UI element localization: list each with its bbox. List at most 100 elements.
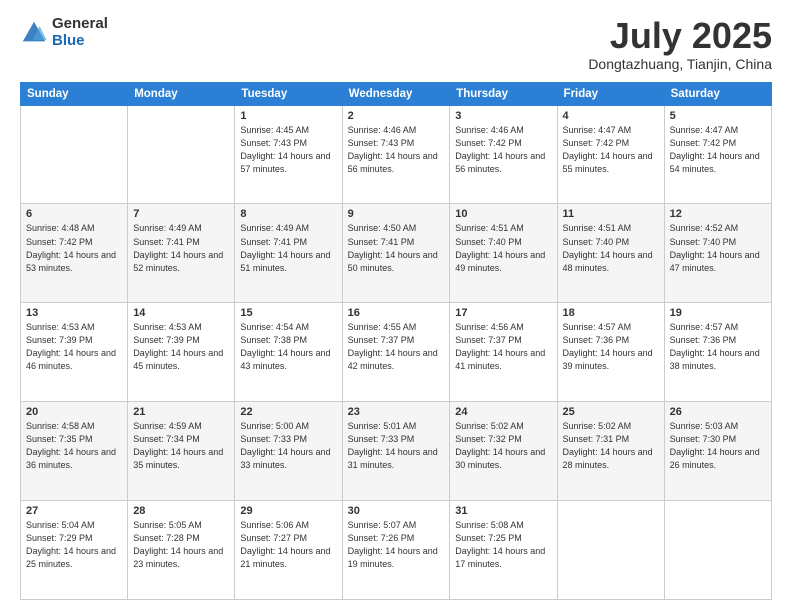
day-info: Sunrise: 4:51 AM Sunset: 7:40 PM Dayligh… (563, 222, 659, 274)
day-info: Sunrise: 4:49 AM Sunset: 7:41 PM Dayligh… (133, 222, 229, 274)
day-number: 8 (240, 208, 336, 220)
header: General Blue July 2025 Dongtazhuang, Tia… (20, 16, 772, 72)
title-block: July 2025 Dongtazhuang, Tianjin, China (588, 16, 772, 72)
day-cell: 22 Sunrise: 5:00 AM Sunset: 7:33 PM Dayli… (235, 402, 342, 501)
day-number: 26 (670, 406, 766, 418)
day-cell (128, 105, 235, 204)
day-cell: 10 Sunrise: 4:51 AM Sunset: 7:40 PM Dayli… (450, 204, 557, 303)
day-info: Sunrise: 4:51 AM Sunset: 7:40 PM Dayligh… (455, 222, 551, 274)
location: Dongtazhuang, Tianjin, China (588, 56, 772, 72)
week-row-4: 27Sunrise: 5:04 AM Sunset: 7:29 PM Dayli… (21, 501, 772, 600)
day-cell: 23 Sunrise: 5:01 AM Sunset: 7:33 PM Dayli… (342, 402, 450, 501)
logo-icon (20, 19, 48, 47)
day-info: Sunrise: 4:58 AM Sunset: 7:35 PM Dayligh… (26, 420, 122, 472)
weekday-header-saturday: Saturday (664, 82, 771, 105)
day-info: Sunrise: 4:53 AM Sunset: 7:39 PM Dayligh… (133, 321, 229, 373)
day-cell: 21 Sunrise: 4:59 AM Sunset: 7:34 PM Dayli… (128, 402, 235, 501)
day-cell: 6 Sunrise: 4:48 AM Sunset: 7:42 PM Daylig… (21, 204, 128, 303)
day-info: Sunrise: 5:02 AM Sunset: 7:31 PM Dayligh… (563, 420, 659, 472)
calendar-body: 1 Sunrise: 4:45 AM Sunset: 7:43 PM Daylig… (21, 105, 772, 599)
day-cell: 5Sunrise: 4:47 AM Sunset: 7:42 PM Daylig… (664, 105, 771, 204)
day-number: 16 (348, 307, 445, 319)
day-number: 23 (348, 406, 445, 418)
day-info: Sunrise: 5:05 AM Sunset: 7:28 PM Dayligh… (133, 519, 229, 571)
page: General Blue July 2025 Dongtazhuang, Tia… (0, 0, 792, 612)
day-number: 22 (240, 406, 336, 418)
day-number: 18 (563, 307, 659, 319)
week-row-2: 13Sunrise: 4:53 AM Sunset: 7:39 PM Dayli… (21, 303, 772, 402)
day-info: Sunrise: 4:54 AM Sunset: 7:38 PM Dayligh… (240, 321, 336, 373)
day-number: 20 (26, 406, 122, 418)
day-info: Sunrise: 5:01 AM Sunset: 7:33 PM Dayligh… (348, 420, 445, 472)
calendar: SundayMondayTuesdayWednesdayThursdayFrid… (20, 82, 772, 600)
day-number: 31 (455, 505, 551, 517)
day-cell: 19 Sunrise: 4:57 AM Sunset: 7:36 PM Dayli… (664, 303, 771, 402)
day-cell: 3 Sunrise: 4:46 AM Sunset: 7:42 PM Daylig… (450, 105, 557, 204)
day-cell: 27Sunrise: 5:04 AM Sunset: 7:29 PM Dayli… (21, 501, 128, 600)
day-info: Sunrise: 4:56 AM Sunset: 7:37 PM Dayligh… (455, 321, 551, 373)
day-number: 9 (348, 208, 445, 220)
day-number: 14 (133, 307, 229, 319)
logo-text: General Blue (52, 16, 108, 49)
week-row-0: 1 Sunrise: 4:45 AM Sunset: 7:43 PM Daylig… (21, 105, 772, 204)
day-number: 3 (455, 110, 551, 122)
day-number: 25 (563, 406, 659, 418)
month-title: July 2025 (588, 16, 772, 56)
logo: General Blue (20, 16, 108, 49)
day-info: Sunrise: 4:57 AM Sunset: 7:36 PM Dayligh… (670, 321, 766, 373)
day-info: Sunrise: 5:02 AM Sunset: 7:32 PM Dayligh… (455, 420, 551, 472)
day-cell: 29 Sunrise: 5:06 AM Sunset: 7:27 PM Dayli… (235, 501, 342, 600)
day-number: 11 (563, 208, 659, 220)
day-cell (664, 501, 771, 600)
day-info: Sunrise: 4:59 AM Sunset: 7:34 PM Dayligh… (133, 420, 229, 472)
day-number: 28 (133, 505, 229, 517)
day-info: Sunrise: 4:48 AM Sunset: 7:42 PM Dayligh… (26, 222, 122, 274)
day-info: Sunrise: 5:07 AM Sunset: 7:26 PM Dayligh… (348, 519, 445, 571)
day-number: 10 (455, 208, 551, 220)
day-cell (557, 501, 664, 600)
day-cell: 16Sunrise: 4:55 AM Sunset: 7:37 PM Dayli… (342, 303, 450, 402)
day-number: 30 (348, 505, 445, 517)
day-cell: 17 Sunrise: 4:56 AM Sunset: 7:37 PM Dayli… (450, 303, 557, 402)
weekday-header-sunday: Sunday (21, 82, 128, 105)
day-number: 1 (240, 110, 336, 122)
day-cell: 12Sunrise: 4:52 AM Sunset: 7:40 PM Dayli… (664, 204, 771, 303)
day-number: 7 (133, 208, 229, 220)
day-number: 17 (455, 307, 551, 319)
week-row-1: 6 Sunrise: 4:48 AM Sunset: 7:42 PM Daylig… (21, 204, 772, 303)
day-info: Sunrise: 5:00 AM Sunset: 7:33 PM Dayligh… (240, 420, 336, 472)
day-number: 6 (26, 208, 122, 220)
day-number: 24 (455, 406, 551, 418)
day-info: Sunrise: 4:47 AM Sunset: 7:42 PM Dayligh… (563, 124, 659, 176)
weekday-row: SundayMondayTuesdayWednesdayThursdayFrid… (21, 82, 772, 105)
day-cell: 2 Sunrise: 4:46 AM Sunset: 7:43 PM Daylig… (342, 105, 450, 204)
day-info: Sunrise: 5:06 AM Sunset: 7:27 PM Dayligh… (240, 519, 336, 571)
calendar-header: SundayMondayTuesdayWednesdayThursdayFrid… (21, 82, 772, 105)
day-info: Sunrise: 4:49 AM Sunset: 7:41 PM Dayligh… (240, 222, 336, 274)
day-cell: 30 Sunrise: 5:07 AM Sunset: 7:26 PM Dayli… (342, 501, 450, 600)
day-cell: 15Sunrise: 4:54 AM Sunset: 7:38 PM Dayli… (235, 303, 342, 402)
day-number: 4 (563, 110, 659, 122)
day-number: 19 (670, 307, 766, 319)
day-cell: 9Sunrise: 4:50 AM Sunset: 7:41 PM Daylig… (342, 204, 450, 303)
day-cell: 20 Sunrise: 4:58 AM Sunset: 7:35 PM Dayli… (21, 402, 128, 501)
weekday-header-tuesday: Tuesday (235, 82, 342, 105)
day-cell: 25 Sunrise: 5:02 AM Sunset: 7:31 PM Dayli… (557, 402, 664, 501)
logo-general: General (52, 16, 108, 33)
day-cell (21, 105, 128, 204)
day-info: Sunrise: 5:03 AM Sunset: 7:30 PM Dayligh… (670, 420, 766, 472)
logo-blue: Blue (52, 33, 108, 50)
day-info: Sunrise: 4:52 AM Sunset: 7:40 PM Dayligh… (670, 222, 766, 274)
day-number: 21 (133, 406, 229, 418)
day-number: 29 (240, 505, 336, 517)
day-info: Sunrise: 4:46 AM Sunset: 7:42 PM Dayligh… (455, 124, 551, 176)
day-cell: 28 Sunrise: 5:05 AM Sunset: 7:28 PM Dayli… (128, 501, 235, 600)
day-info: Sunrise: 4:45 AM Sunset: 7:43 PM Dayligh… (240, 124, 336, 176)
day-number: 2 (348, 110, 445, 122)
day-cell: 4 Sunrise: 4:47 AM Sunset: 7:42 PM Daylig… (557, 105, 664, 204)
day-info: Sunrise: 4:46 AM Sunset: 7:43 PM Dayligh… (348, 124, 445, 176)
day-cell: 8 Sunrise: 4:49 AM Sunset: 7:41 PM Daylig… (235, 204, 342, 303)
day-cell: 13Sunrise: 4:53 AM Sunset: 7:39 PM Dayli… (21, 303, 128, 402)
day-number: 27 (26, 505, 122, 517)
day-cell: 18Sunrise: 4:57 AM Sunset: 7:36 PM Dayli… (557, 303, 664, 402)
